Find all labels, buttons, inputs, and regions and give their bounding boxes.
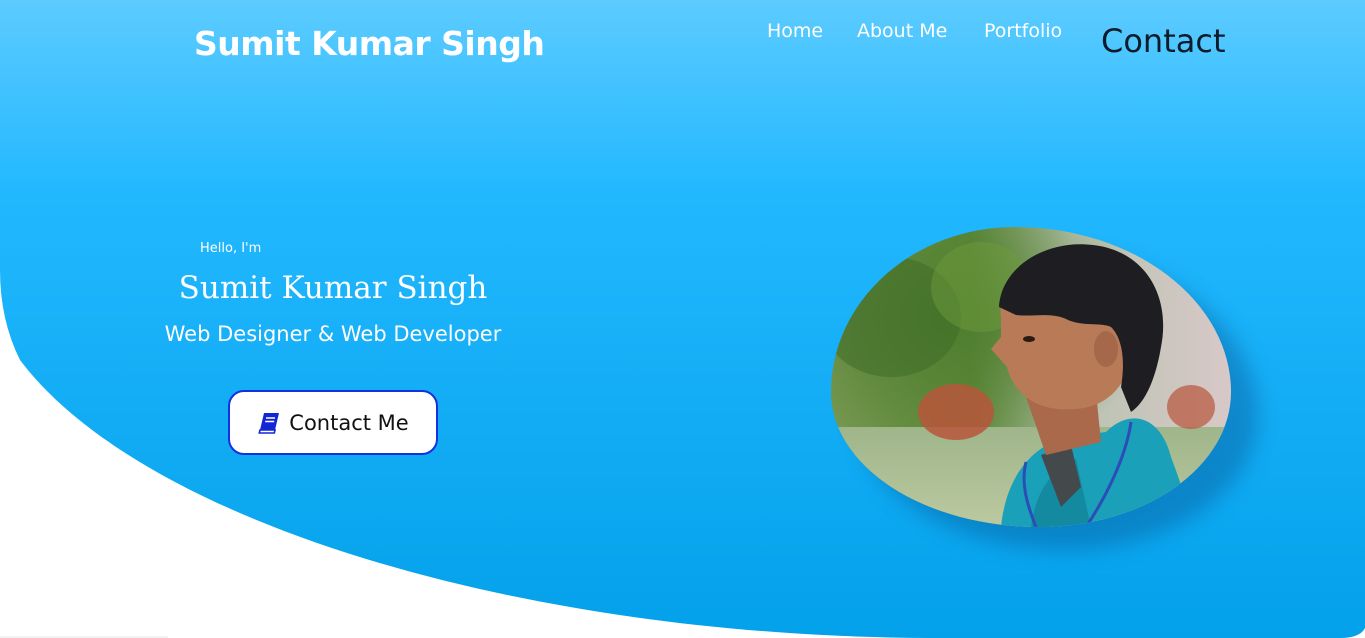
hero-role: Web Designer & Web Developer xyxy=(164,322,502,346)
contact-me-button[interactable]: Contact Me xyxy=(228,390,438,455)
book-icon xyxy=(257,412,281,434)
contact-me-label: Contact Me xyxy=(289,410,409,435)
nav-home-link[interactable]: Home xyxy=(767,20,823,42)
nav-portfolio-link[interactable]: Portfolio xyxy=(984,20,1062,42)
nav-about-link[interactable]: About Me xyxy=(857,20,947,42)
main-nav: Home About Me Portfolio Contact xyxy=(0,0,1365,80)
hero-name: Sumit Kumar Singh xyxy=(178,270,488,306)
nav-contact-link[interactable]: Contact xyxy=(1101,22,1226,60)
hero-greeting: Hello, I'm xyxy=(200,241,262,256)
